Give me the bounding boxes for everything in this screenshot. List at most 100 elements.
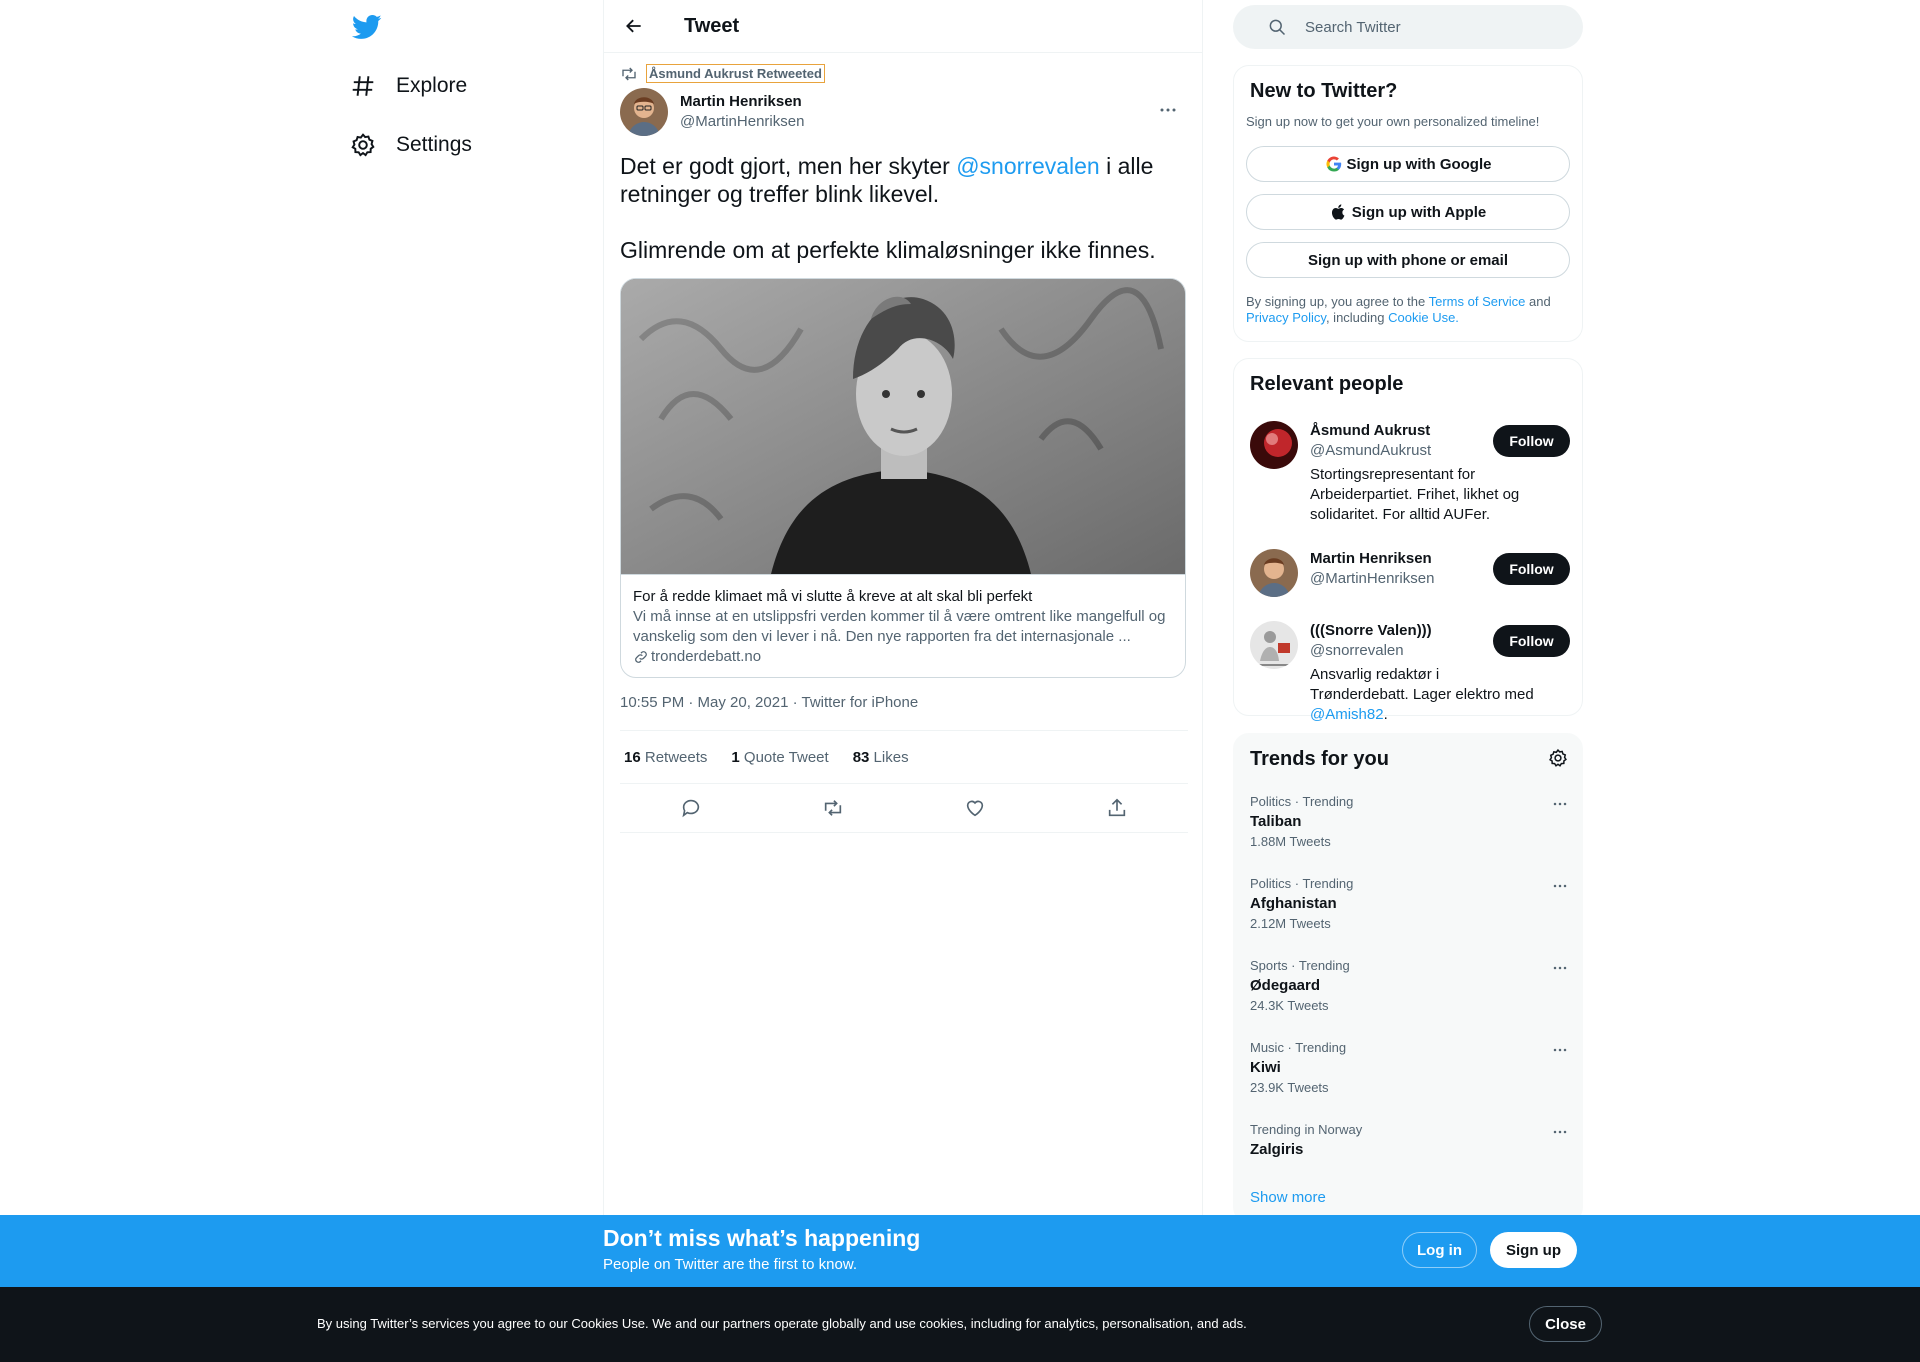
person-bio: Ansvarlig redaktør i Trønderdebatt. Lage… <box>1310 665 1540 725</box>
signup-phone-button[interactable]: Sign up with phone or email <box>1246 242 1570 278</box>
signup-apple-label: Sign up with Apple <box>1351 203 1487 221</box>
more-horizontal-icon[interactable] <box>1550 1122 1570 1142</box>
signup-subtitle: Sign up now to get your own personalized… <box>1246 114 1540 129</box>
likes-stat[interactable]: 83 Likes <box>849 749 909 766</box>
follow-button[interactable]: Follow <box>1493 553 1570 585</box>
retweet-context: Åsmund Aukrust Retweeted <box>620 64 825 83</box>
person-avatar[interactable] <box>1250 621 1298 669</box>
search-input[interactable]: Search Twitter <box>1305 19 1401 36</box>
relevant-people-panel: Relevant people Åsmund Aukrust @AsmundAu… <box>1233 358 1583 723</box>
person-name[interactable]: Åsmund Aukrust <box>1310 421 1430 441</box>
twitter-logo-icon[interactable] <box>352 12 382 42</box>
quotes-count: 1 <box>731 748 740 766</box>
cookie-link[interactable]: Cookie Use. <box>1388 310 1459 325</box>
retweet-action-icon[interactable] <box>822 797 844 819</box>
show-more-link[interactable]: Show more <box>1250 1189 1326 1206</box>
hashtag-icon <box>350 73 396 99</box>
tweet-stats: 16 Retweets 1 Quote Tweet 83 Likes <box>620 730 1188 784</box>
more-horizontal-icon[interactable] <box>1550 1040 1570 1060</box>
legal-text-1: By signing up, you agree to the <box>1246 294 1429 309</box>
more-horizontal-icon[interactable] <box>1550 958 1570 978</box>
close-button[interactable]: Close <box>1529 1306 1602 1342</box>
trend-name: Ødegaard <box>1250 977 1321 994</box>
signup-google-button[interactable]: Sign up with Google <box>1246 146 1570 182</box>
trend-count: 2.12M Tweets <box>1250 916 1331 931</box>
retweeted-by-link[interactable]: Åsmund Aukrust Retweeted <box>646 64 825 83</box>
more-horizontal-icon[interactable] <box>1550 794 1570 814</box>
reply-icon[interactable] <box>680 797 702 819</box>
trend-item[interactable]: Sports · Trending Ødegaard 24.3K Tweets <box>1250 958 1570 1014</box>
trend-item[interactable]: Trending in Norway Zalgiris <box>1250 1122 1570 1160</box>
arrow-left-icon <box>624 16 644 36</box>
trend-category: Sports · Trending <box>1250 958 1350 973</box>
tweet-meta[interactable]: 10:55 PM · May 20, 2021 · Twitter for iP… <box>620 694 918 711</box>
trend-category: Music · Trending <box>1250 1040 1347 1055</box>
nav-explore[interactable]: Explore <box>350 64 467 108</box>
trend-name: Afghanistan <box>1250 895 1337 912</box>
author-name[interactable]: Martin Henriksen <box>680 92 804 112</box>
trend-item[interactable]: Politics · Trending Taliban 1.88M Tweets <box>1250 794 1570 850</box>
trend-name: Zalgiris <box>1250 1141 1304 1158</box>
search-box[interactable]: Search Twitter <box>1233 5 1583 49</box>
main-header: Tweet <box>604 0 1202 53</box>
author-handle[interactable]: @MartinHenriksen <box>680 112 804 132</box>
login-button[interactable]: Log in <box>1402 1232 1477 1268</box>
signup-phone-label: Sign up with phone or email <box>1307 251 1508 269</box>
nav-settings[interactable]: Settings <box>350 123 472 167</box>
person-name[interactable]: (((Snorre Valen))) <box>1310 621 1432 641</box>
person-handle[interactable]: @snorrevalen <box>1310 641 1404 661</box>
trend-count: 24.3K Tweets <box>1250 998 1329 1013</box>
person-handle[interactable]: @AsmundAukrust <box>1310 441 1431 461</box>
quotes-stat[interactable]: 1 Quote Tweet <box>727 749 828 766</box>
likes-count: 83 <box>852 748 870 766</box>
search-icon <box>1251 17 1287 37</box>
follow-button[interactable]: Follow <box>1493 425 1570 457</box>
person-avatar[interactable] <box>1250 549 1298 597</box>
cookie-text: By using Twitter’s services you agree to… <box>317 1316 1247 1331</box>
trends-title: Trends for you <box>1250 748 1389 770</box>
trends-settings-gear-icon[interactable] <box>1548 748 1568 768</box>
follow-button[interactable]: Follow <box>1493 625 1570 657</box>
trend-category: Politics · Trending <box>1250 876 1354 891</box>
person-bio-end: . <box>1383 706 1388 723</box>
person-avatar[interactable] <box>1250 421 1298 469</box>
tweet-more-button[interactable] <box>1156 98 1180 122</box>
signup-apple-button[interactable]: Sign up with Apple <box>1246 194 1570 230</box>
person-name[interactable]: Martin Henriksen <box>1310 549 1432 569</box>
privacy-link[interactable]: Privacy Policy <box>1246 310 1326 325</box>
apple-icon <box>1330 203 1352 221</box>
retweets-stat[interactable]: 16 Retweets <box>620 749 707 766</box>
mention-link[interactable]: @snorrevalen <box>956 153 1100 179</box>
trend-name: Taliban <box>1250 813 1302 830</box>
bio-mention-link[interactable]: @Amish82 <box>1310 706 1384 723</box>
more-horizontal-icon <box>1156 98 1180 122</box>
person-handle[interactable]: @MartinHenriksen <box>1310 569 1434 589</box>
retweets-label: Retweets <box>644 748 708 766</box>
signup-google-label: Sign up with Google <box>1346 155 1492 173</box>
more-horizontal-icon[interactable] <box>1550 876 1570 896</box>
nav-explore-label: Explore <box>396 74 468 97</box>
main-column: Tweet Åsmund Aukrust Retweeted Martin He… <box>603 0 1203 1216</box>
link-card[interactable]: For å redde klimaet må vi slutte å kreve… <box>620 278 1186 678</box>
terms-link[interactable]: Terms of Service <box>1429 294 1526 309</box>
trend-category: Trending in Norway <box>1250 1122 1363 1137</box>
back-button[interactable] <box>616 8 652 44</box>
signup-button[interactable]: Sign up <box>1490 1232 1577 1268</box>
page-title: Tweet <box>684 14 740 37</box>
promo-subtitle: People on Twitter are the first to know. <box>603 1256 858 1273</box>
signup-panel: New to Twitter? Sign up now to get your … <box>1233 65 1583 342</box>
tweet-author: Martin Henriksen @MartinHenriksen <box>620 88 1188 136</box>
legal-text-2: and <box>1525 294 1551 309</box>
card-title: For å redde klimaet må vi slutte å kreve… <box>633 588 1033 605</box>
author-text: Martin Henriksen @MartinHenriksen <box>680 92 804 132</box>
author-avatar[interactable] <box>620 88 668 136</box>
heart-icon[interactable] <box>964 797 986 819</box>
legal-text-3: , including <box>1325 310 1389 325</box>
tweet-actions <box>620 784 1188 833</box>
google-icon <box>1325 155 1347 173</box>
trend-item[interactable]: Music · Trending Kiwi 23.9K Tweets <box>1250 1040 1570 1096</box>
trends-panel: Trends for you Politics · Trending Talib… <box>1233 733 1583 1223</box>
trend-count: 1.88M Tweets <box>1250 834 1331 849</box>
share-icon[interactable] <box>1106 797 1128 819</box>
trend-item[interactable]: Politics · Trending Afghanistan 2.12M Tw… <box>1250 876 1570 932</box>
